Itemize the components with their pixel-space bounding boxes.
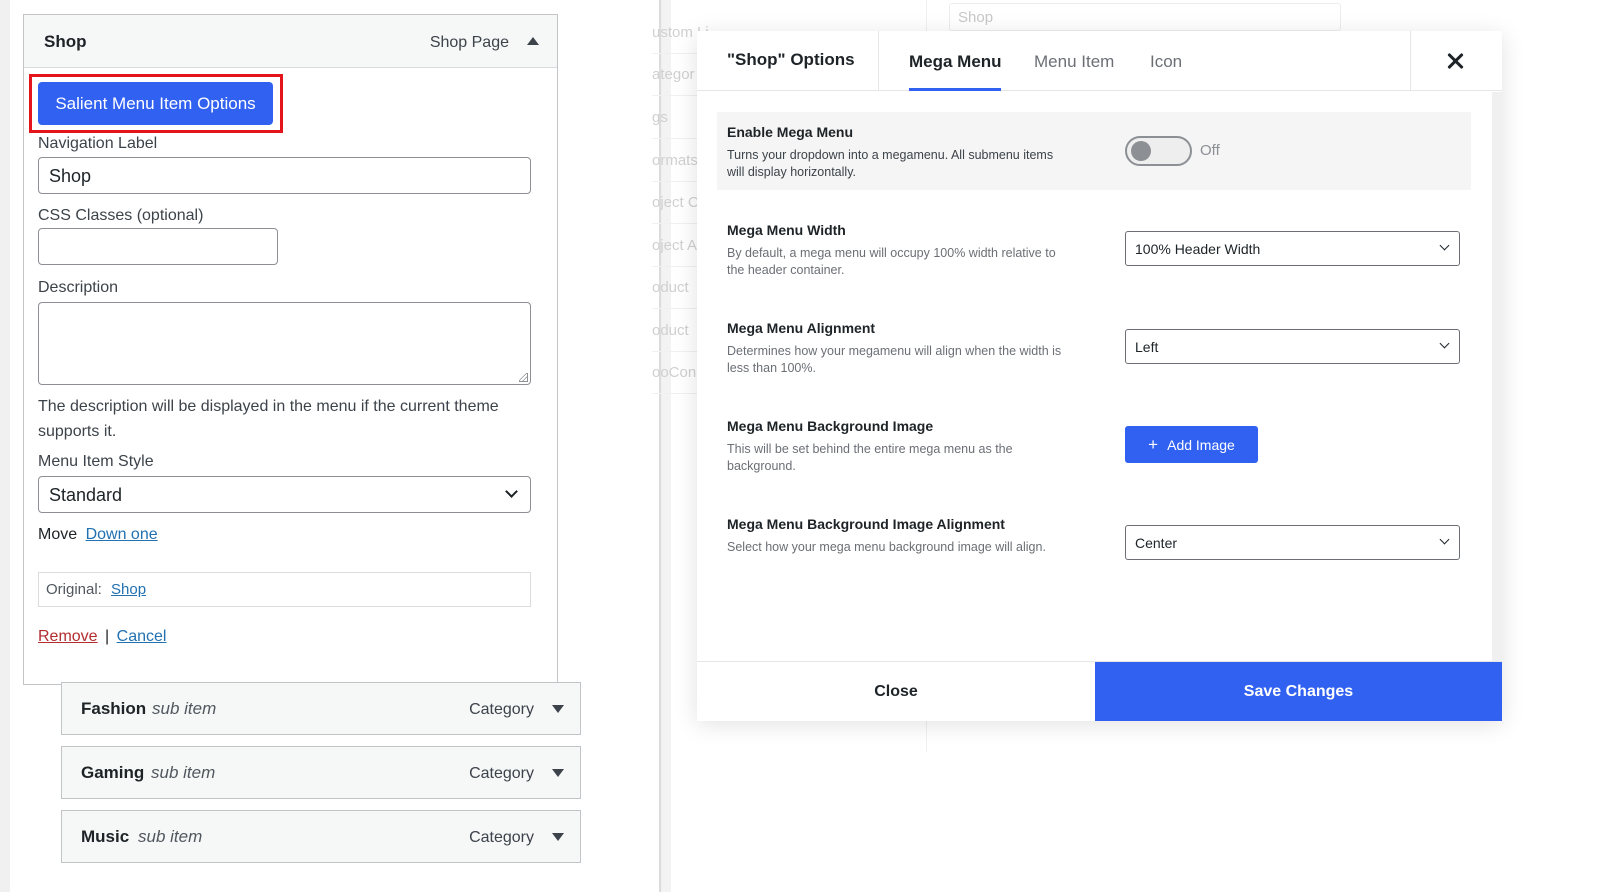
select-value: Left	[1135, 339, 1159, 355]
chevron-down-icon	[505, 485, 518, 498]
original-link[interactable]: Shop	[111, 581, 146, 598]
sub-item-tag: sub item	[151, 763, 216, 782]
select-value: 100% Header Width	[1135, 241, 1261, 257]
mega-menu-toggle[interactable]	[1125, 136, 1192, 166]
bg-image-alignment-select[interactable]: Center	[1125, 525, 1460, 560]
menu-item-card: Shop Shop Page Salient Menu Item Options…	[23, 14, 558, 685]
original-box: Original: Shop	[38, 572, 531, 607]
chevron-down-icon	[1439, 534, 1450, 545]
option-title: Mega Menu Background Image	[727, 418, 934, 434]
option-enable-mega-menu: Enable Mega Menu Turns your dropdown int…	[717, 112, 1471, 190]
option-title: Enable Mega Menu	[727, 124, 854, 140]
modal-title: "Shop" Options	[727, 50, 855, 69]
option-mega-menu-width: Mega Menu Width By default, a mega menu …	[717, 210, 1471, 288]
sub-item-type: Category	[469, 701, 534, 718]
sub-item-tag: sub item	[152, 699, 217, 718]
close-button[interactable]: Close	[697, 662, 1095, 721]
move-down-link[interactable]: Down one	[86, 526, 158, 543]
toggle-state: Off	[1200, 142, 1220, 159]
mega-menu-alignment-select[interactable]: Left	[1125, 329, 1460, 364]
sub-item-type: Category	[469, 829, 534, 846]
header-divider	[878, 31, 879, 91]
css-classes-label: CSS Classes (optional)	[38, 207, 204, 224]
menu-item-header[interactable]: Shop Shop Page	[24, 15, 557, 68]
menu-editor-pane: Shop Shop Page Salient Menu Item Options…	[0, 0, 662, 892]
menu-item-style-label: Menu Item Style	[38, 453, 154, 470]
nav-label-label: Navigation Label	[38, 135, 158, 152]
sub-item-fashion[interactable]: Fashion sub item Category	[61, 682, 581, 735]
option-description: Determines how your megamenu will align …	[727, 344, 1062, 375]
active-tab-indicator	[909, 88, 1001, 91]
expand-arrow-icon[interactable]	[552, 769, 564, 777]
option-mega-menu-alignment: Mega Menu Alignment Determines how your …	[717, 308, 1471, 386]
sub-item-gaming[interactable]: Gaming sub item Category	[61, 746, 581, 799]
chevron-down-icon	[1439, 338, 1450, 349]
modal-body: Enable Mega Menu Turns your dropdown int…	[697, 92, 1492, 662]
mega-menu-width-select[interactable]: 100% Header Width	[1125, 231, 1460, 266]
description-help-text: The description will be displayed in the…	[38, 398, 499, 440]
tab-icon[interactable]: Icon	[1150, 52, 1182, 72]
sub-item-title: Gaming	[81, 763, 145, 782]
modal-footer: Close Save Changes	[697, 661, 1502, 721]
option-description: This will be set behind the entire mega …	[727, 442, 1013, 473]
salient-options-button[interactable]: Salient Menu Item Options	[38, 82, 273, 125]
option-title: Mega Menu Alignment	[727, 320, 876, 336]
sub-item-title: Music	[81, 827, 130, 846]
menu-item-type: Shop Page	[429, 34, 509, 51]
menu-editor-panel: Shop Shop Page Salient Menu Item Options…	[10, 0, 661, 892]
tab-mega-menu[interactable]: Mega Menu	[909, 52, 1002, 72]
expand-arrow-icon[interactable]	[552, 833, 564, 841]
css-classes-input[interactable]	[38, 228, 278, 265]
sub-item-music[interactable]: Music sub item Category	[61, 810, 581, 863]
sub-item-type: Category	[469, 765, 534, 782]
toggle-knob	[1131, 141, 1151, 161]
plus-icon: +	[1148, 435, 1159, 454]
options-modal: "Shop" Options Mega Menu Menu Item Icon …	[697, 31, 1502, 721]
add-image-label: Add Image	[1167, 436, 1235, 453]
action-separator: |	[105, 628, 110, 645]
collapse-arrow-icon[interactable]	[527, 37, 539, 45]
option-background-image-alignment: Mega Menu Background Image Alignment Sel…	[717, 504, 1471, 582]
menu-item-style-select[interactable]: Standard	[38, 476, 531, 513]
original-label: Original:	[46, 581, 102, 598]
expand-arrow-icon[interactable]	[552, 705, 564, 713]
save-changes-button[interactable]: Save Changes	[1095, 662, 1502, 721]
chevron-down-icon	[1439, 240, 1450, 251]
option-background-image: Mega Menu Background Image This will be …	[717, 406, 1471, 484]
item-actions: Remove | Cancel	[38, 628, 166, 646]
move-label: Move	[38, 526, 78, 543]
menu-item-title: Shop	[44, 32, 87, 51]
description-textarea[interactable]	[38, 302, 531, 385]
option-description: By default, a mega menu will occupy 100%…	[727, 246, 1056, 277]
resize-grip-icon[interactable]	[519, 373, 528, 382]
modal-scrollbar[interactable]	[1492, 92, 1502, 661]
cancel-link[interactable]: Cancel	[117, 628, 167, 645]
move-row: Move Down one	[38, 526, 158, 544]
sub-item-title: Fashion	[81, 699, 147, 718]
nav-label-input[interactable]: Shop	[38, 157, 531, 194]
option-description: Turns your dropdown into a megamenu. All…	[727, 148, 1054, 179]
remove-link[interactable]: Remove	[38, 628, 98, 645]
option-title: Mega Menu Width	[727, 222, 846, 238]
option-description: Select how your mega menu background ima…	[727, 540, 1046, 554]
bg-search-input: Shop	[949, 3, 1341, 31]
sub-item-tag: sub item	[138, 827, 203, 846]
tab-menu-item[interactable]: Menu Item	[1034, 52, 1114, 72]
description-label: Description	[38, 279, 119, 296]
menu-item-style-value: Standard	[49, 485, 123, 505]
option-title: Mega Menu Background Image Alignment	[727, 516, 1005, 532]
select-value: Center	[1135, 535, 1178, 551]
header-divider	[1410, 31, 1411, 91]
add-image-button[interactable]: + Add Image	[1125, 426, 1258, 463]
close-icon[interactable]	[1443, 48, 1469, 74]
modal-header: "Shop" Options Mega Menu Menu Item Icon	[697, 31, 1502, 91]
